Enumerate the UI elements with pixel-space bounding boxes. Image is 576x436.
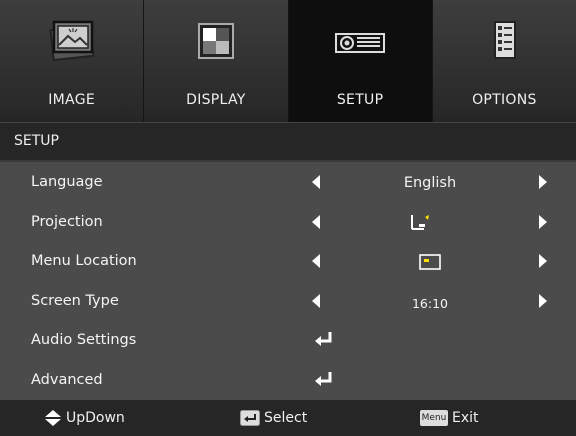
menu-key-icon: Menu xyxy=(420,410,448,426)
menu-location-label: Menu Location xyxy=(31,253,137,270)
tab-setup-label: SETUP xyxy=(336,92,384,108)
menu-row-advanced[interactable]: Advanced xyxy=(0,360,576,400)
left-arrow-icon[interactable] xyxy=(312,175,320,189)
select-hint: Select xyxy=(264,410,308,426)
audio-settings-label: Audio Settings xyxy=(31,332,137,349)
tab-image-label: IMAGE xyxy=(48,92,95,108)
tab-options[interactable]: OPTIONS xyxy=(432,0,576,122)
right-arrow-icon[interactable] xyxy=(539,254,547,269)
enter-key-icon xyxy=(240,410,260,430)
options-icon xyxy=(474,14,534,70)
updown-hint: UpDown xyxy=(66,410,125,426)
tab-options-label: OPTIONS xyxy=(472,92,537,108)
front-desktop-projection-icon xyxy=(410,213,430,235)
tab-display-label: DISPLAY xyxy=(186,92,246,108)
left-arrow-icon[interactable] xyxy=(312,254,320,269)
right-arrow-icon[interactable] xyxy=(539,175,547,189)
center-location-icon xyxy=(419,254,441,274)
exit-hint: Exit xyxy=(452,410,479,426)
tab-setup[interactable]: SETUP xyxy=(288,0,433,122)
left-arrow-icon[interactable] xyxy=(312,214,320,229)
menu-row-language[interactable]: Language English xyxy=(0,162,576,202)
menu-row-menu-location[interactable]: Menu Location xyxy=(0,241,576,281)
setup-icon xyxy=(330,14,390,70)
menu-row-audio-settings[interactable]: Audio Settings xyxy=(0,320,576,360)
menu-row-screen-type[interactable]: Screen Type 16:10 xyxy=(0,281,576,321)
section-title: SETUP xyxy=(14,133,59,149)
right-arrow-icon[interactable] xyxy=(539,214,547,229)
advanced-label: Advanced xyxy=(31,371,103,388)
language-value: English xyxy=(403,175,457,191)
enter-icon[interactable] xyxy=(314,371,334,387)
osd-menu: IMAGE DISPLAY SETUP OPTIONS SETUP Langua… xyxy=(0,0,576,436)
left-arrow-icon[interactable] xyxy=(312,293,320,308)
section-header: SETUP xyxy=(0,122,576,160)
image-icon xyxy=(42,14,102,70)
tab-display[interactable]: DISPLAY xyxy=(144,0,289,122)
screen-type-value: 16:10 xyxy=(411,295,449,311)
tab-bar: IMAGE DISPLAY SETUP OPTIONS xyxy=(0,0,576,122)
language-label: Language xyxy=(31,174,103,190)
right-arrow-icon[interactable] xyxy=(539,293,547,308)
enter-icon[interactable] xyxy=(314,331,334,347)
footer-hints: UpDown Select Menu Exit xyxy=(0,400,576,436)
menu-row-projection[interactable]: Projection xyxy=(0,202,576,242)
tab-image[interactable]: IMAGE xyxy=(0,0,145,122)
projection-label: Projection xyxy=(31,213,103,230)
screen-type-label: Screen Type xyxy=(31,292,119,309)
updown-icon xyxy=(44,409,62,431)
setup-menu: Language English Projection Menu Locatio… xyxy=(0,162,576,400)
display-icon xyxy=(186,14,246,70)
